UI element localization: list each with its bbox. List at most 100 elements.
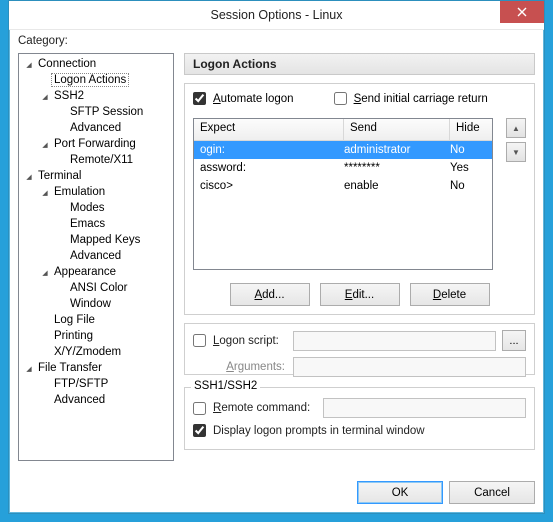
add-button[interactable]: Add... [230,283,310,306]
delete-button[interactable]: Delete [410,283,490,306]
tree-item[interactable]: Port Forwarding [19,136,173,152]
close-icon [517,7,527,17]
table-row[interactable]: assword:********Yes [194,159,492,177]
tree-item-label: Advanced [51,394,108,406]
cell-expect: ogin: [194,144,344,156]
tree-arrow-icon[interactable] [23,364,35,373]
remote-command-input[interactable] [193,402,206,415]
tree-item[interactable]: Advanced [19,248,173,264]
tree-item-label: SFTP Session [67,106,146,118]
tree-item[interactable]: Log File [19,312,173,328]
dialog-window: Session Options - Linux Category: Connec… [8,0,545,514]
cell-expect: cisco> [194,180,344,192]
automate-logon-input[interactable] [193,92,206,105]
display-prompts-label: Display logon prompts in terminal window [213,425,425,437]
tree-item[interactable]: X/Y/Zmodem [19,344,173,360]
remote-command-checkbox[interactable]: Remote command: [193,402,317,415]
logon-script-input[interactable] [193,334,206,347]
tree-item[interactable]: Terminal [19,168,173,184]
tree-item-label: Logon Actions [51,73,129,87]
cell-send: ******** [344,162,450,174]
cell-hide: No [450,144,492,156]
automate-logon-checkbox[interactable]: Automate logon [193,92,294,105]
tree-item-label: Printing [51,330,96,342]
tree-item[interactable]: SSH2 [19,88,173,104]
cell-send: administrator [344,144,450,156]
category-label: Category: [18,35,535,47]
remote-command-label: Remote command: [213,402,310,414]
tree-item-label: Terminal [35,170,84,182]
tree-arrow-icon[interactable] [23,172,35,181]
tree-arrow-icon[interactable] [39,140,51,149]
tree-item-label: ANSI Color [67,282,131,294]
send-initial-cr-label: Send initial carriage return [354,93,488,105]
tree-item[interactable]: SFTP Session [19,104,173,120]
tree-item[interactable]: Modes [19,200,173,216]
cell-expect: assword: [194,162,344,174]
tree-item[interactable]: Emulation [19,184,173,200]
tree-item[interactable]: Mapped Keys [19,232,173,248]
logon-script-group: Logon script: ... Arguments: [184,323,535,375]
tree-item[interactable]: Appearance [19,264,173,280]
tree-item-label: Log File [51,314,98,326]
tree-arrow-icon[interactable] [39,188,51,197]
browse-script-button[interactable]: ... [502,330,526,351]
tree-item[interactable]: Connection [19,56,173,72]
panel-heading: Logon Actions [184,53,535,75]
tree-item-label: X/Y/Zmodem [51,346,124,358]
logon-script-path[interactable] [293,331,496,351]
cell-send: enable [344,180,450,192]
move-down-button[interactable]: ▼ [506,142,526,162]
display-prompts-checkbox[interactable]: Display logon prompts in terminal window [193,424,425,437]
tree-arrow-icon[interactable] [39,92,51,101]
tree-item-label: FTP/SFTP [51,378,111,390]
tree-item[interactable]: File Transfer [19,360,173,376]
ssh-group: SSH1/SSH2 Remote command: Display logon … [184,387,535,450]
tree-item-label: Advanced [67,250,124,262]
tree-item[interactable]: Logon Actions [19,72,173,88]
edit-button[interactable]: Edit... [320,283,400,306]
col-expect[interactable]: Expect [194,119,344,140]
tree-arrow-icon[interactable] [39,268,51,277]
tree-item-label: Port Forwarding [51,138,139,150]
arguments-field[interactable] [293,357,526,377]
close-button[interactable] [500,1,544,23]
expect-send-table[interactable]: Expect Send Hide ogin:administratorNoass… [193,118,493,270]
tree-item-label: Remote/X11 [67,154,136,166]
tree-item[interactable]: Window [19,296,173,312]
move-up-button[interactable]: ▲ [506,118,526,138]
tree-item-label: File Transfer [35,362,105,374]
tree-item-label: Connection [35,58,99,70]
tree-item[interactable]: FTP/SFTP [19,376,173,392]
tree-item[interactable]: Printing [19,328,173,344]
tree-item-label: Advanced [67,122,124,134]
table-row[interactable]: ogin:administratorNo [194,141,492,159]
tree-item[interactable]: Emacs [19,216,173,232]
automate-logon-group: Automate logon Send initial carriage ret… [184,83,535,315]
window-title: Session Options - Linux [9,1,544,30]
titlebar: Session Options - Linux [9,1,544,30]
col-send[interactable]: Send [344,119,450,140]
category-tree[interactable]: Connection Logon ActionsSSH2 SFTP Session A… [18,53,174,461]
remote-command-field[interactable] [323,398,526,418]
display-prompts-input[interactable] [193,424,206,437]
col-hide[interactable]: Hide [450,119,492,140]
automate-logon-label: Automate logon [213,93,294,105]
tree-item[interactable]: Remote/X11 [19,152,173,168]
cell-hide: Yes [450,162,492,174]
tree-item[interactable]: Advanced [19,392,173,408]
send-initial-cr-checkbox[interactable]: Send initial carriage return [334,92,488,105]
cancel-button[interactable]: Cancel [449,481,535,504]
cell-hide: No [450,180,492,192]
tree-item-label: Modes [67,202,108,214]
table-row[interactable]: cisco>enableNo [194,177,492,195]
tree-item[interactable]: Advanced [19,120,173,136]
ok-button[interactable]: OK [357,481,443,504]
arguments-label: Arguments: [193,361,287,373]
tree-item[interactable]: ANSI Color [19,280,173,296]
logon-script-label: Logon script: [213,335,279,347]
logon-script-checkbox[interactable]: Logon script: [193,334,287,347]
send-initial-cr-input[interactable] [334,92,347,105]
tree-arrow-icon[interactable] [23,60,35,69]
tree-item-label: Window [67,298,114,310]
